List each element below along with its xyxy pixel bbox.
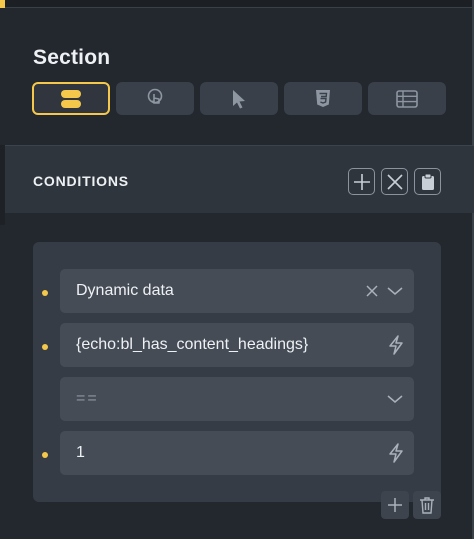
- condition-value-value: 1: [76, 444, 85, 461]
- condition-group: Dynamic data {echo:bl_has_content_headin…: [33, 242, 441, 502]
- close-icon: [386, 173, 403, 190]
- chevron-down-icon: [387, 395, 403, 403]
- condition-compare-select[interactable]: ==: [60, 377, 414, 421]
- dynamic-data-icon[interactable]: [388, 335, 404, 355]
- dynamic-data-icon[interactable]: [388, 443, 404, 463]
- condition-source-select[interactable]: Dynamic data: [60, 269, 414, 313]
- condition-dot: [42, 452, 48, 458]
- panel-title: Section: [33, 46, 111, 69]
- clear-icon[interactable]: [364, 283, 380, 299]
- list-icon: [396, 89, 418, 108]
- add-condition-button[interactable]: [348, 168, 375, 195]
- condition-key-value: {echo:bl_has_content_headings}: [76, 336, 309, 353]
- tab-css[interactable]: [284, 82, 362, 115]
- conditions-header[interactable]: CONDITIONS: [5, 145, 474, 213]
- top-accent: [0, 0, 5, 8]
- clipboard-icon: [421, 173, 434, 190]
- tab-style[interactable]: [200, 82, 278, 115]
- cursor-icon: [233, 89, 245, 108]
- remove-conditions-button[interactable]: [381, 168, 408, 195]
- add-icon: [388, 498, 402, 512]
- top-strip: [0, 0, 474, 8]
- paste-conditions-button[interactable]: [414, 168, 441, 195]
- conditions-title: CONDITIONS: [33, 173, 129, 189]
- trash-icon: [420, 497, 434, 514]
- tab-attributes[interactable]: [368, 82, 446, 115]
- toggle-icon: [61, 89, 81, 108]
- css3-icon: [316, 90, 330, 107]
- delete-condition-group-button[interactable]: [413, 491, 441, 519]
- tab-interactions[interactable]: [116, 82, 194, 115]
- add-condition-row-button[interactable]: [381, 491, 409, 519]
- add-icon: [353, 173, 370, 190]
- touch-icon: [147, 88, 163, 104]
- condition-compare-placeholder: ==: [76, 390, 99, 407]
- chevron-down-icon: [387, 287, 403, 295]
- condition-value-input[interactable]: 1: [60, 431, 414, 475]
- panel-tabs: [32, 82, 446, 115]
- condition-source-value: Dynamic data: [76, 282, 174, 299]
- tab-content[interactable]: [32, 82, 110, 115]
- condition-dot: [42, 344, 48, 350]
- condition-key-input[interactable]: {echo:bl_has_content_headings}: [60, 323, 414, 367]
- condition-dot: [42, 290, 48, 296]
